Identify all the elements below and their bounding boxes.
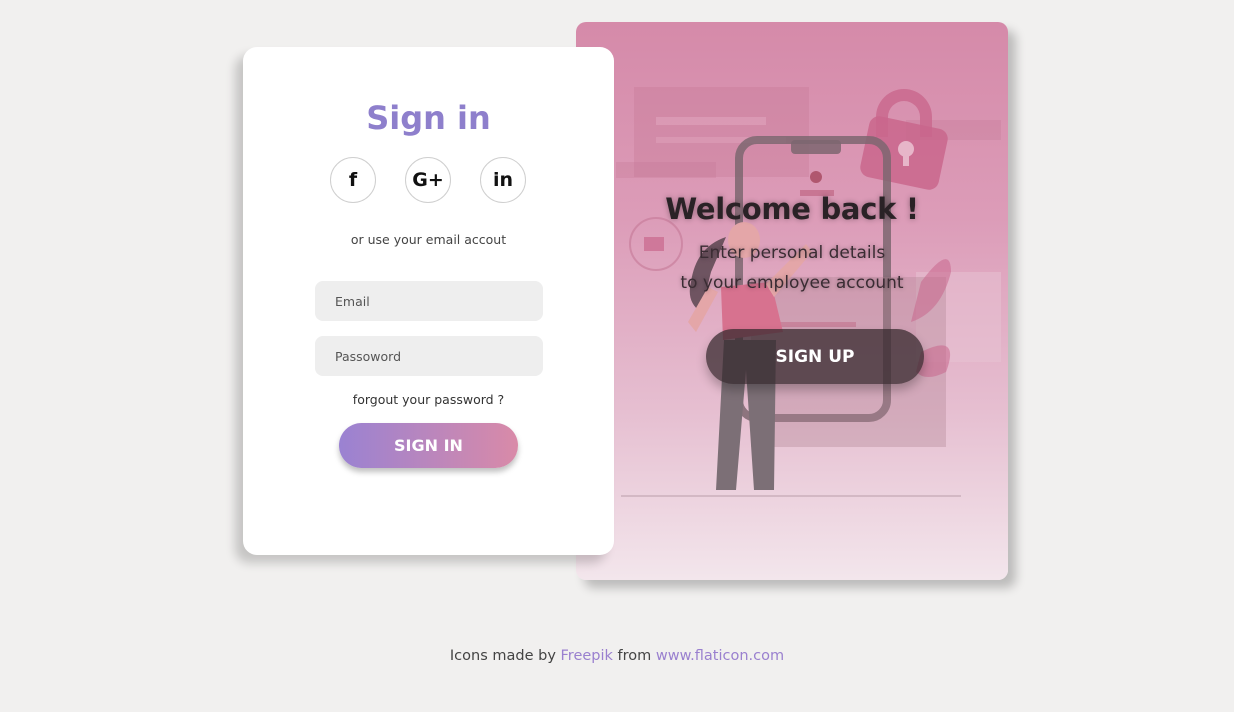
signin-heading: Sign in bbox=[366, 99, 491, 137]
password-field[interactable] bbox=[315, 336, 543, 376]
welcome-heading: Welcome back ! bbox=[665, 192, 919, 226]
credits-prefix: Icons made by bbox=[449, 648, 556, 664]
linkedin-label: in bbox=[492, 169, 514, 191]
sign-up-button[interactable]: SIGN UP bbox=[706, 329, 924, 384]
welcome-subtext-line1: Enter personal details bbox=[698, 243, 886, 263]
credits-middle: from bbox=[617, 648, 652, 664]
signin-card: Sign in f G+ in or use your email accout… bbox=[243, 47, 614, 555]
sign-in-button[interactable]: SIGN IN bbox=[339, 423, 518, 468]
credits-footer: Icons made by Freepik from www.flaticon.… bbox=[0, 648, 1234, 664]
freepik-link[interactable]: Freepik bbox=[561, 648, 613, 664]
email-alternative-text: or use your email accout bbox=[350, 232, 507, 247]
forgot-password-link[interactable]: forgout your password ? bbox=[243, 392, 614, 407]
google-plus-icon[interactable]: G+ bbox=[405, 157, 451, 203]
signup-panel: Welcome back ! Enter personal details to… bbox=[576, 22, 1008, 580]
signup-content: Welcome back ! Enter personal details to… bbox=[576, 22, 1008, 580]
welcome-subtext-line2: to your employee account bbox=[680, 273, 904, 293]
facebook-label: f bbox=[348, 169, 358, 191]
linkedin-icon[interactable]: in bbox=[480, 157, 526, 203]
email-field[interactable] bbox=[315, 281, 543, 321]
google-plus-label: G+ bbox=[412, 169, 444, 191]
facebook-icon[interactable]: f bbox=[330, 157, 376, 203]
flaticon-link[interactable]: www.flaticon.com bbox=[656, 648, 784, 664]
